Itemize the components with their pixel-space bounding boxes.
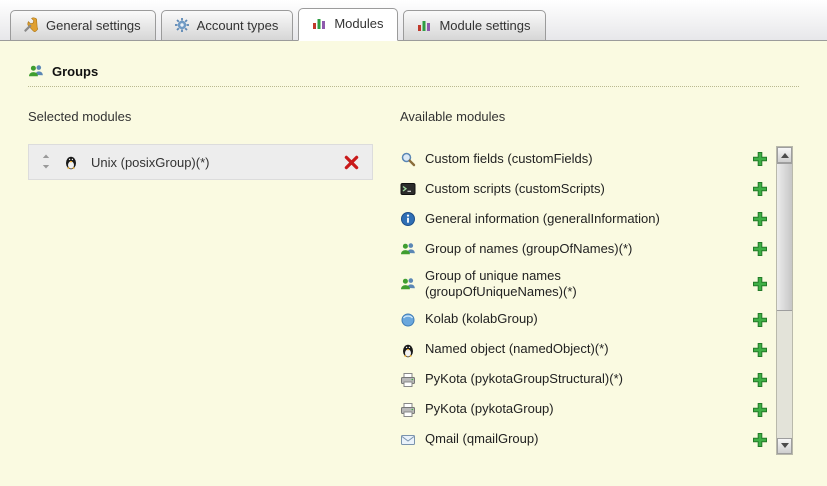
tux-icon [63,154,79,170]
tab-label: Account types [197,18,279,33]
add-module-button[interactable] [751,210,769,228]
available-module-row: PyKota (pykotaGroupStructural)(*) [400,365,769,395]
tab-bar: General settings Account types Modules M… [0,0,827,41]
selected-module-row[interactable]: Unix (posixGroup)(*) [28,144,373,180]
script-icon [400,181,416,197]
content-area: Groups Selected modules Unix (posixGroup… [0,41,827,455]
group-icon [400,276,416,292]
add-module-button[interactable] [751,240,769,258]
tab-modules[interactable]: Modules [298,8,398,41]
tab-general-settings[interactable]: General settings [10,10,156,41]
magnifier-icon [400,151,416,167]
module-label: PyKota (pykotaGroupStructural)(*) [425,371,697,387]
add-icon [752,342,768,358]
available-module-row: Named object (namedObject)(*) [400,335,769,365]
groups-icon [28,63,44,79]
printer-icon [400,372,416,388]
scrollbar-thumb[interactable] [777,163,792,311]
tab-label: Modules [334,16,383,31]
tux-icon [400,342,416,358]
tab-module-settings[interactable]: Module settings [403,10,545,41]
add-icon [752,276,768,292]
remove-module-button[interactable] [342,153,360,171]
module-label: Group of names (groupOfNames)(*) [425,241,697,257]
envelope-icon [400,432,416,448]
printer-icon [400,402,416,418]
add-icon [752,181,768,197]
add-icon [752,211,768,227]
wrench-icon [23,17,39,33]
add-icon [752,372,768,388]
available-module-row: PyKota (pykotaGroup) [400,395,769,425]
available-module-row: Group of names (groupOfNames)(*) [400,234,769,264]
module-label: General information (generalInformation) [425,211,697,227]
available-module-row: Kolab (kolabGroup) [400,305,769,335]
group-icon [400,241,416,257]
delete-icon [344,155,359,170]
sort-handle-icon[interactable] [41,154,51,170]
add-module-button[interactable] [751,341,769,359]
tab-label: Module settings [439,18,530,33]
gear-icon [174,17,190,33]
module-settings-icon [416,17,432,33]
module-label: Kolab (kolabGroup) [425,311,697,327]
kolab-icon [400,312,416,328]
add-module-button[interactable] [751,150,769,168]
add-icon [752,312,768,328]
available-modules-header: Available modules [400,109,799,124]
tab-account-types[interactable]: Account types [161,10,294,41]
info-icon [400,211,416,227]
add-icon [752,241,768,257]
add-icon [752,151,768,167]
add-module-button[interactable] [751,275,769,293]
add-icon [752,432,768,448]
arrow-up-icon [781,153,789,158]
add-module-button[interactable] [751,371,769,389]
section-header-groups: Groups [28,63,799,87]
selected-modules-header: Selected modules [28,109,400,124]
section-title: Groups [52,64,98,79]
add-icon [752,402,768,418]
selected-module-label: Unix (posixGroup)(*) [91,155,330,170]
scroll-down-button[interactable] [777,438,792,454]
arrow-down-icon [781,443,789,448]
available-module-row: Qmail (qmailGroup) [400,425,769,455]
module-label: Named object (namedObject)(*) [425,341,697,357]
modules-icon [311,15,327,31]
module-label: Custom fields (customFields) [425,151,697,167]
available-modules-list: Custom fields (customFields) Custom scri… [400,144,799,455]
scrollbar[interactable] [776,146,793,455]
add-module-button[interactable] [751,311,769,329]
available-module-row: Group of unique names (groupOfUniqueName… [400,264,769,305]
module-label: Custom scripts (customScripts) [425,181,697,197]
available-module-row: Custom scripts (customScripts) [400,174,769,204]
scrollbar-track[interactable] [777,311,792,438]
module-label: Group of unique names (groupOfUniqueName… [425,268,615,301]
tab-label: General settings [46,18,141,33]
add-module-button[interactable] [751,431,769,449]
module-label: PyKota (pykotaGroup) [425,401,697,417]
add-module-button[interactable] [751,401,769,419]
available-module-row: Custom fields (customFields) [400,144,769,174]
module-label: Qmail (qmailGroup) [425,431,697,447]
add-module-button[interactable] [751,180,769,198]
available-module-row: General information (generalInformation) [400,204,769,234]
scroll-up-button[interactable] [777,147,792,163]
